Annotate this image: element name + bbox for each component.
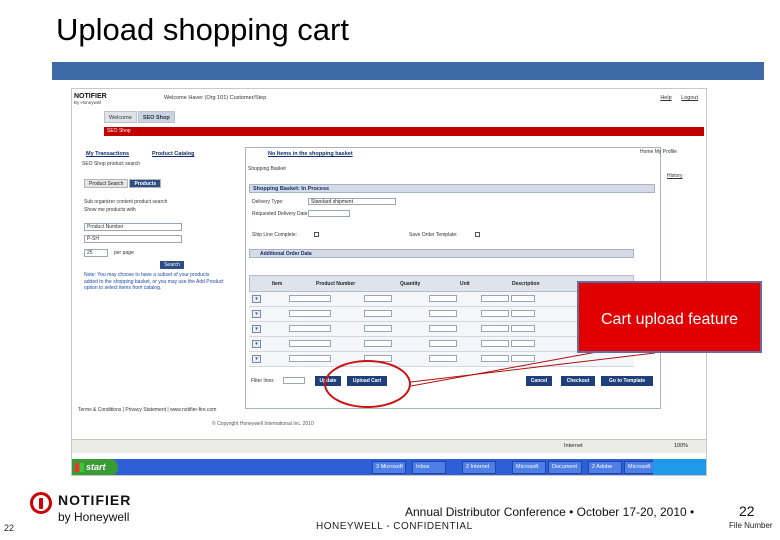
file-number-label: File Number: [729, 521, 773, 530]
notifier-badge-icon: [30, 492, 52, 514]
callout-pointer-lines: [410, 351, 656, 387]
cart-upload-callout: Cart upload feature: [577, 281, 762, 353]
slide-number-right: 22: [739, 503, 755, 519]
slide-number-left: 22: [4, 523, 15, 533]
by-honeywell-text: by Honeywell: [58, 510, 130, 524]
confidential-label: HONEYWELL - CONFIDENTIAL: [316, 521, 473, 532]
notifier-logo-text: NOTIFIER: [58, 492, 132, 508]
conference-label: Annual Distributor Conference • October …: [405, 505, 695, 519]
callout-line-lower: [410, 351, 598, 387]
callout-label: Cart upload feature: [601, 311, 738, 328]
callout-line-upper: [410, 352, 656, 383]
